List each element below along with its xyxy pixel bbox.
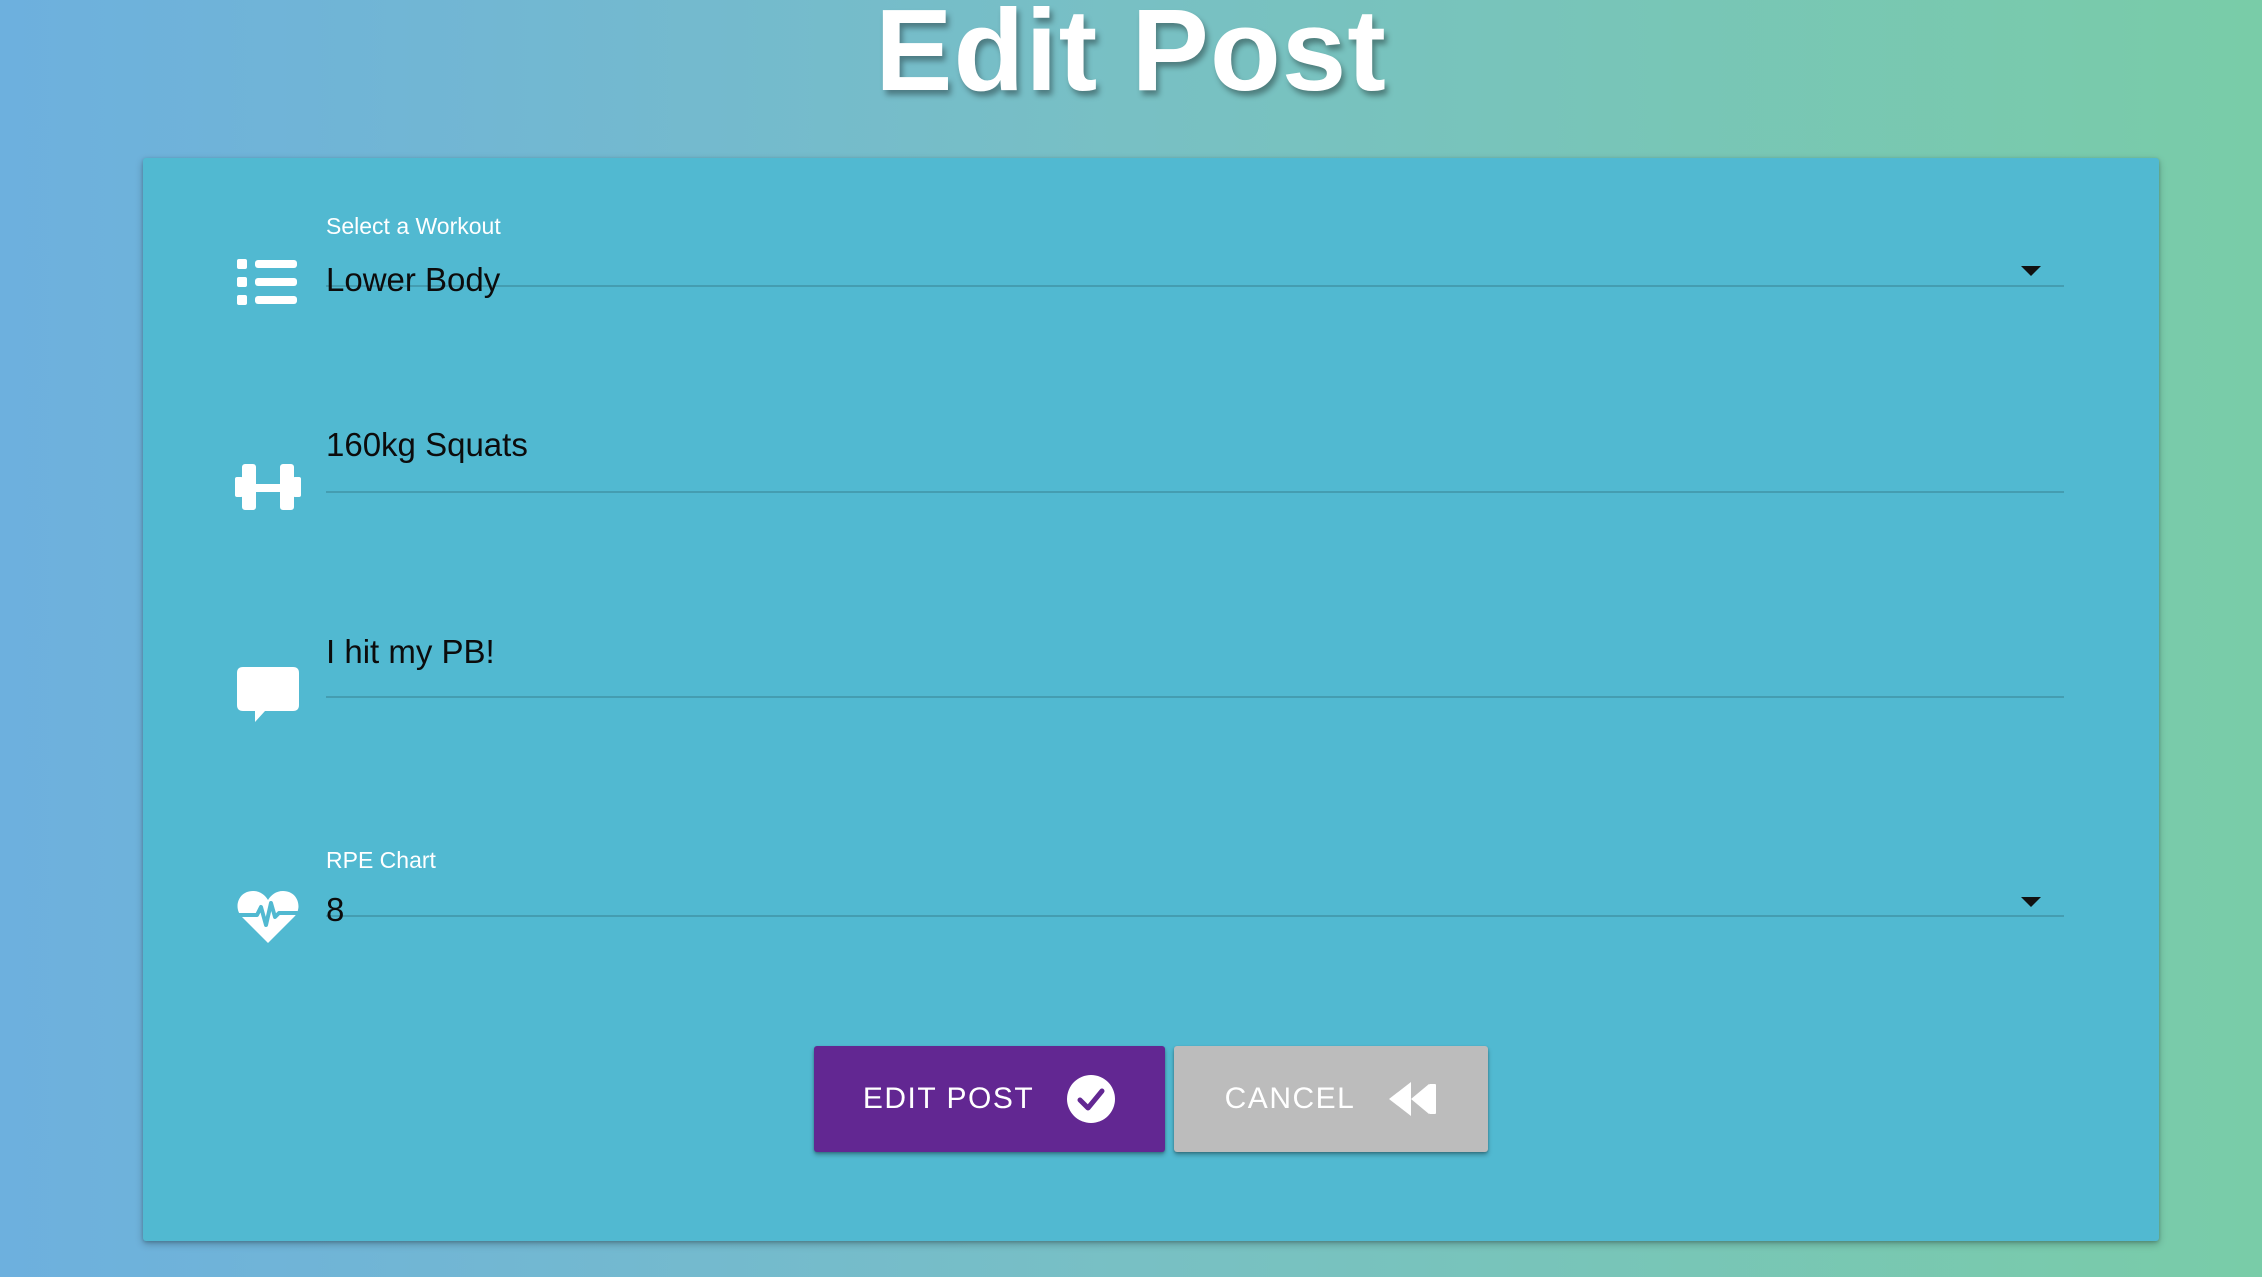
speech-bubble-icon [235, 665, 301, 731]
workout-select[interactable]: Select a Workout Lower Body [326, 213, 2064, 296]
rpe-select[interactable]: RPE Chart 8 [326, 847, 2064, 926]
chevron-down-icon[interactable] [2021, 266, 2041, 276]
check-circle-icon [1066, 1074, 1116, 1124]
comment-input[interactable]: I hit my PB! [326, 635, 2064, 698]
heartbeat-icon [235, 885, 301, 951]
cancel-button-label: CANCEL [1224, 1082, 1356, 1115]
page-title: Edit Post [875, 0, 1387, 115]
dumbbell-icon [235, 455, 301, 521]
edit-post-button[interactable]: EDIT POST [814, 1046, 1165, 1152]
list-icon [235, 249, 301, 315]
edit-post-card: Select a Workout Lower Body 160kg Squats… [143, 158, 2159, 1241]
workout-select-label: Select a Workout [326, 213, 501, 239]
workout-select-value: Lower Body [326, 261, 501, 298]
rpe-select-label: RPE Chart [326, 847, 436, 873]
exercise-input[interactable]: 160kg Squats [326, 428, 2064, 493]
edit-post-button-label: EDIT POST [862, 1082, 1035, 1115]
chevron-down-icon[interactable] [2021, 897, 2041, 907]
rewind-icon [1387, 1079, 1437, 1119]
exercise-input-value: 160kg Squats [326, 426, 528, 463]
comment-input-value: I hit my PB! [326, 633, 495, 670]
cancel-button[interactable]: CANCEL [1174, 1046, 1488, 1152]
rpe-select-value: 8 [326, 891, 345, 928]
